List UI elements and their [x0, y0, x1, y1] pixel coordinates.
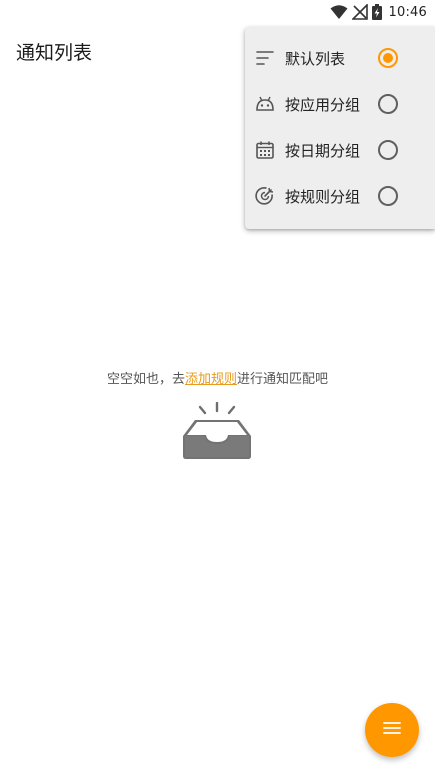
group-mode-menu: 默认列表 按应用分组 按日期分组 按规则分组	[245, 27, 435, 229]
target-icon	[255, 186, 275, 206]
menu-item-label: 按规则分组	[285, 187, 361, 206]
add-rule-link[interactable]: 添加规则	[185, 372, 237, 387]
calendar-icon	[255, 140, 275, 160]
screen: 10:46 通知列表 空空如也，去添加规则进行通知匹配吧 默认列表 按应用分组 …	[0, 0, 435, 773]
android-icon	[255, 94, 275, 114]
status-time: 10:46	[388, 4, 427, 20]
empty-text-before: 空空如也，去	[106, 372, 185, 387]
radio-group-by-app[interactable]	[378, 94, 398, 114]
menu-item-label: 默认列表	[285, 49, 346, 68]
fab-menu-button[interactable]	[365, 703, 419, 757]
radio-group-by-rule[interactable]	[378, 186, 398, 206]
list-lines-icon	[255, 48, 275, 68]
wifi-icon	[330, 5, 348, 19]
menu-item-label: 按日期分组	[285, 141, 361, 160]
menu-icon	[382, 720, 402, 740]
empty-state-message: 空空如也，去添加规则进行通知匹配吧	[0, 368, 435, 387]
menu-item-group-by-app[interactable]: 按应用分组	[245, 81, 435, 127]
menu-item-group-by-rule[interactable]: 按规则分组	[245, 173, 435, 219]
radio-group-by-date[interactable]	[378, 140, 398, 160]
empty-inbox-icon	[181, 401, 253, 466]
battery-charging-icon	[371, 4, 382, 20]
no-signal-icon	[351, 4, 368, 20]
page-title: 通知列表	[16, 42, 93, 64]
menu-item-group-by-date[interactable]: 按日期分组	[245, 127, 435, 173]
empty-text-after: 进行通知匹配吧	[237, 372, 329, 387]
menu-item-label: 按应用分组	[285, 95, 361, 114]
status-bar: 10:46	[0, 0, 435, 24]
menu-item-default-list[interactable]: 默认列表	[245, 35, 435, 81]
radio-default-list[interactable]	[378, 48, 398, 68]
